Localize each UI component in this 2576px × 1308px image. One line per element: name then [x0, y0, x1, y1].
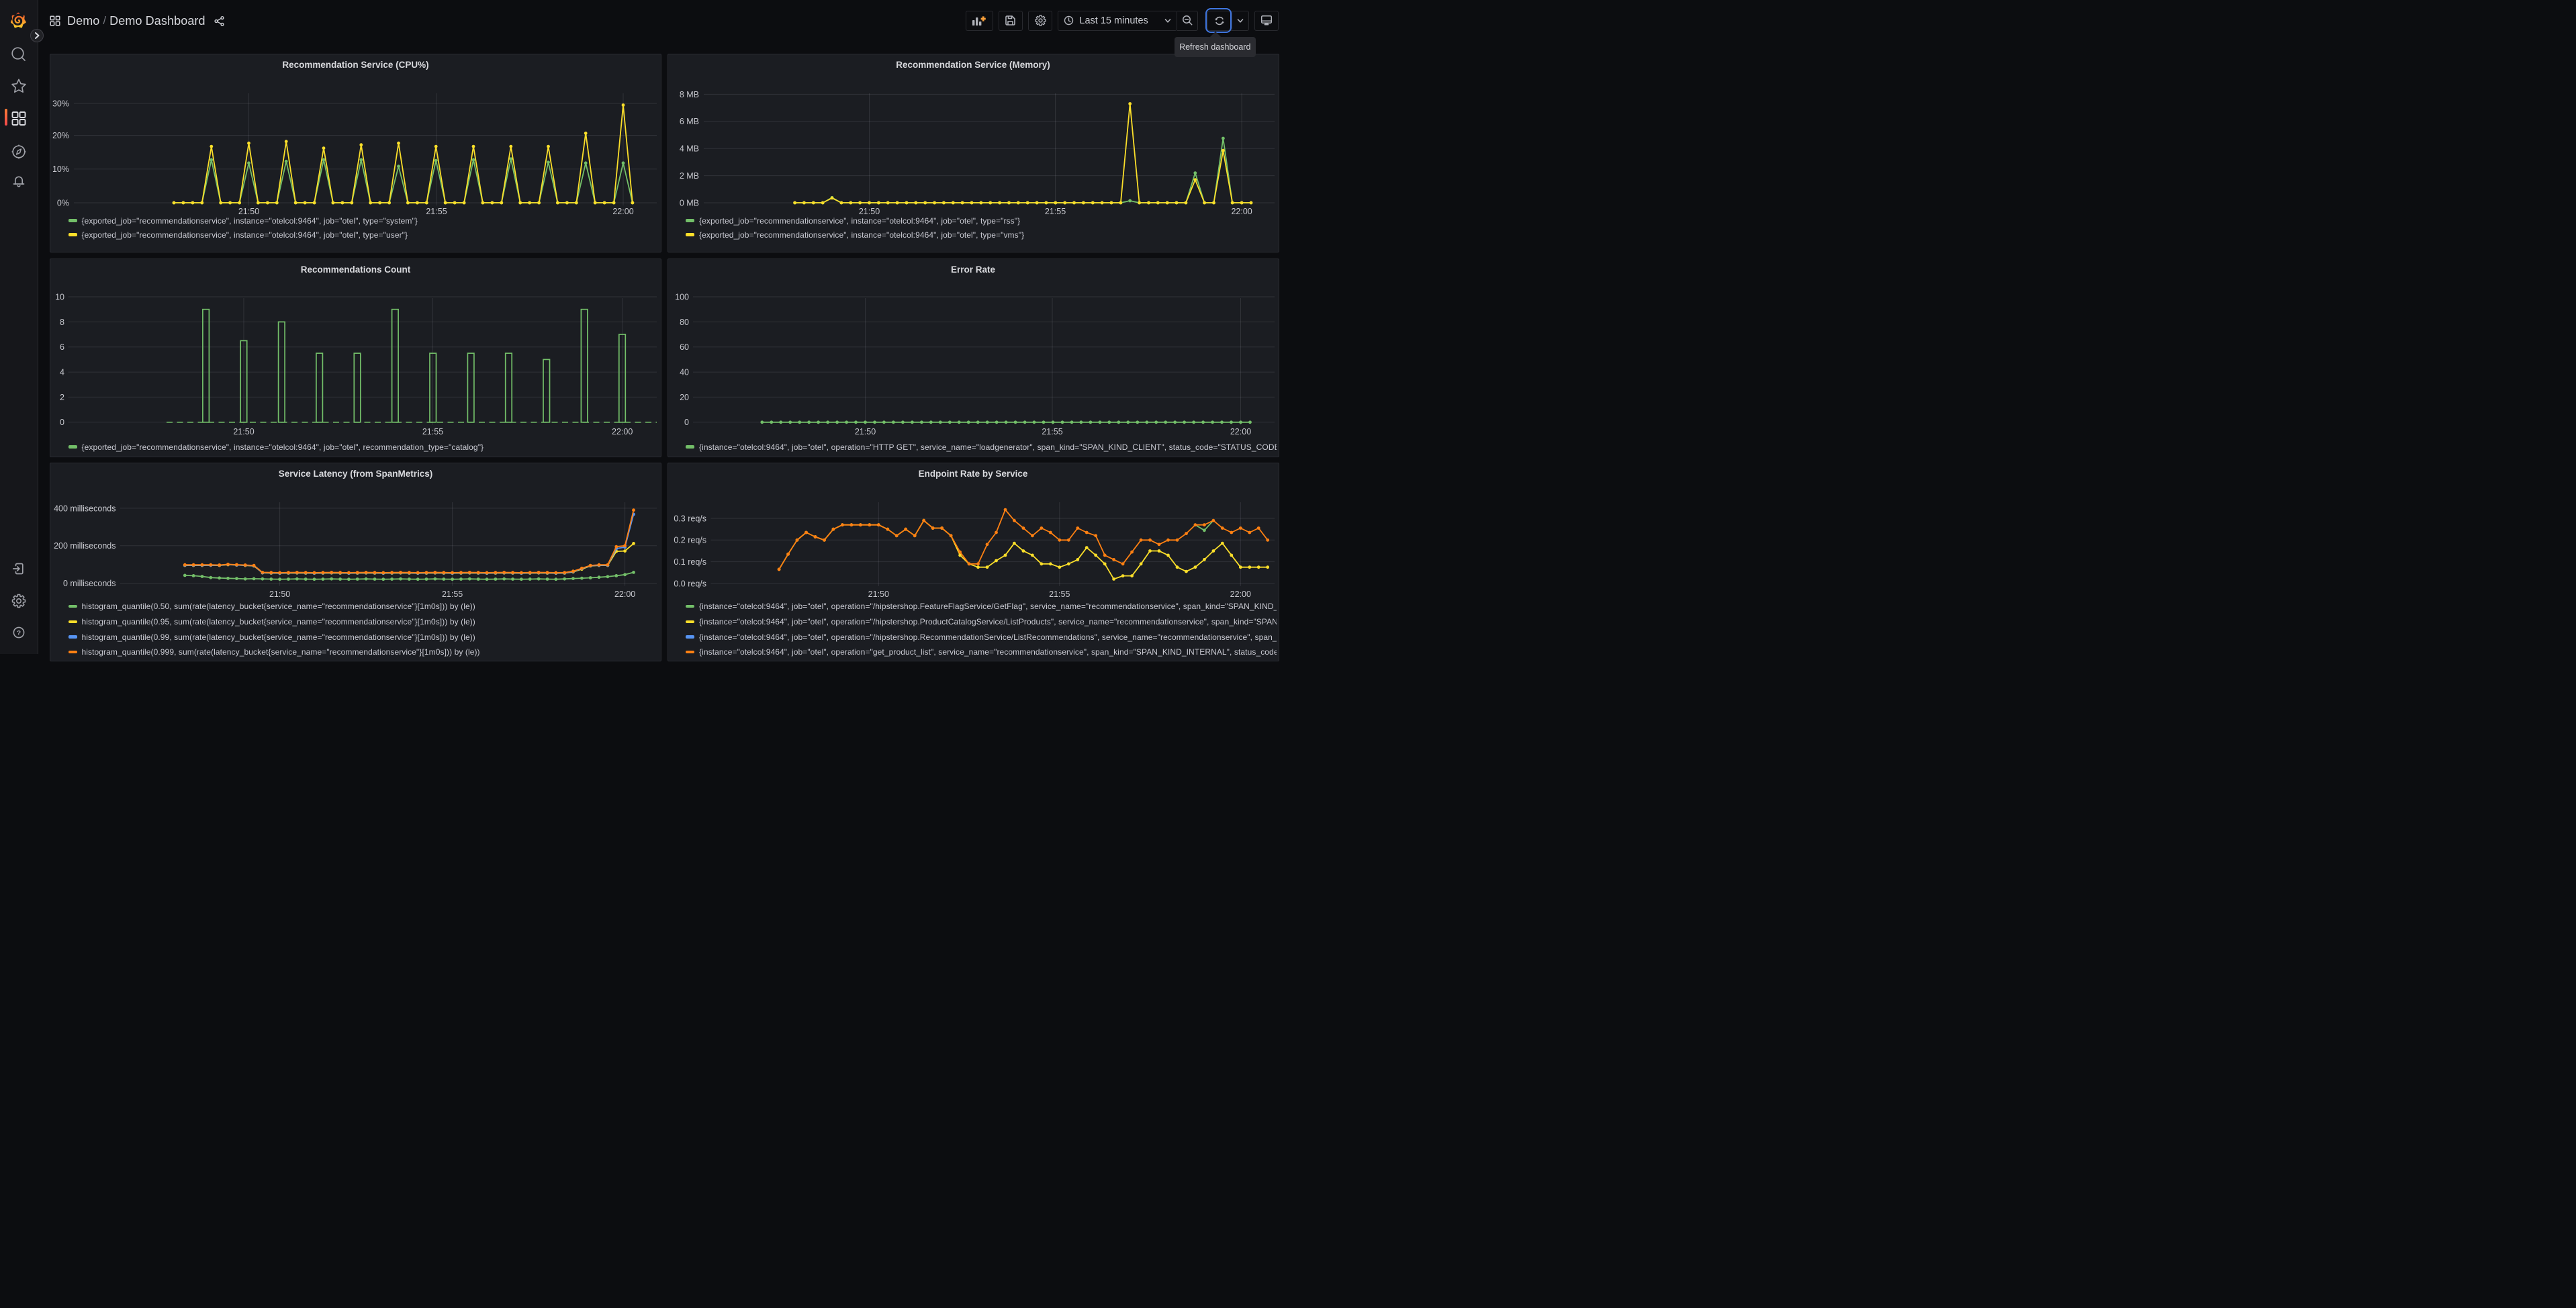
svg-text:10%: 10%: [52, 165, 69, 174]
svg-text:22:00: 22:00: [1230, 590, 1250, 599]
svg-text:21:50: 21:50: [269, 590, 290, 599]
svg-text:0%: 0%: [57, 198, 69, 207]
svg-text:22:00: 22:00: [1230, 426, 1250, 436]
svg-text:21:50: 21:50: [854, 426, 875, 436]
svg-text:30%: 30%: [52, 99, 69, 108]
svg-text:22:00: 22:00: [614, 590, 635, 599]
svg-text:0: 0: [684, 418, 689, 427]
svg-text:0: 0: [60, 418, 64, 427]
svg-text:0 milliseconds: 0 milliseconds: [63, 579, 116, 588]
svg-text:8: 8: [60, 317, 64, 326]
svg-text:2: 2: [60, 392, 64, 402]
svg-text:6 MB: 6 MB: [679, 117, 698, 126]
svg-text:2 MB: 2 MB: [679, 171, 698, 181]
svg-text:20: 20: [680, 392, 689, 402]
svg-text:100: 100: [675, 292, 689, 301]
svg-text:21:55: 21:55: [442, 590, 463, 599]
svg-text:22:00: 22:00: [612, 426, 633, 436]
svg-text:6: 6: [60, 342, 64, 352]
svg-text:400 milliseconds: 400 milliseconds: [54, 504, 116, 513]
svg-text:0.2 req/s: 0.2 req/s: [674, 536, 706, 545]
svg-text:21:50: 21:50: [233, 426, 254, 436]
svg-text:60: 60: [680, 342, 689, 352]
svg-text:21:55: 21:55: [1042, 426, 1062, 436]
svg-text:21:55: 21:55: [1049, 590, 1070, 599]
svg-text:200 milliseconds: 200 milliseconds: [54, 541, 116, 551]
svg-text:10: 10: [55, 292, 64, 301]
svg-text:4 MB: 4 MB: [679, 144, 698, 154]
svg-text:?: ?: [17, 629, 21, 637]
svg-text:21:50: 21:50: [868, 590, 888, 599]
svg-text:80: 80: [680, 317, 689, 326]
svg-text:20%: 20%: [52, 131, 69, 140]
svg-text:0 MB: 0 MB: [679, 198, 698, 207]
svg-text:21:55: 21:55: [422, 426, 443, 436]
svg-text:8 MB: 8 MB: [679, 90, 698, 99]
svg-text:0.0 req/s: 0.0 req/s: [674, 579, 706, 588]
svg-text:4: 4: [60, 367, 64, 377]
svg-text:0.3 req/s: 0.3 req/s: [674, 514, 706, 523]
svg-text:0.1 req/s: 0.1 req/s: [674, 557, 706, 567]
svg-text:40: 40: [680, 367, 689, 377]
